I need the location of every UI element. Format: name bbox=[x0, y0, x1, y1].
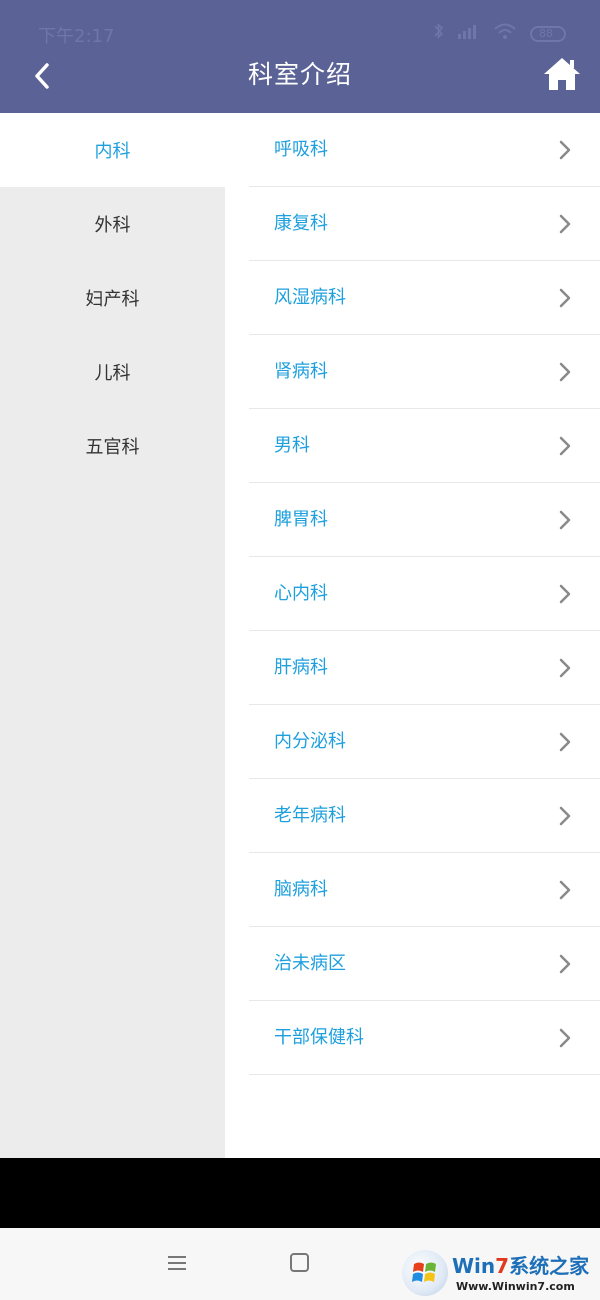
black-spacer bbox=[0, 1158, 600, 1228]
category-label: 内科 bbox=[94, 141, 131, 162]
chevron-right-icon bbox=[559, 214, 571, 234]
department-label: 脑病科 bbox=[274, 879, 328, 900]
home-icon bbox=[544, 58, 580, 90]
watermark-url: Www.Winwin7.com bbox=[456, 1280, 575, 1293]
home-button[interactable] bbox=[542, 56, 582, 94]
category-item-surgery[interactable]: 外科 bbox=[0, 187, 225, 261]
status-time: 下午2:17 bbox=[38, 26, 115, 47]
department-label: 康复科 bbox=[274, 213, 328, 234]
watermark-cn: 系统之家 bbox=[509, 1254, 590, 1278]
department-item[interactable]: 内分泌科 bbox=[249, 705, 600, 779]
wifi-icon bbox=[494, 23, 516, 44]
chevron-right-icon bbox=[559, 1028, 571, 1048]
chevron-right-icon bbox=[559, 732, 571, 752]
department-label: 心内科 bbox=[274, 583, 328, 604]
category-item-obstetrics[interactable]: 妇产科 bbox=[0, 261, 225, 335]
department-item[interactable]: 干部保健科 bbox=[249, 1001, 600, 1075]
category-item-pediatrics[interactable]: 儿科 bbox=[0, 335, 225, 409]
watermark: Win7系统之家 Www.Winwin7.com bbox=[400, 1244, 600, 1300]
chevron-right-icon bbox=[559, 362, 571, 382]
category-item-ent[interactable]: 五官科 bbox=[0, 409, 225, 483]
category-label: 外科 bbox=[94, 215, 131, 236]
department-label: 干部保健科 bbox=[274, 1027, 364, 1048]
bluetooth-icon bbox=[434, 22, 444, 45]
department-item[interactable]: 肝病科 bbox=[249, 631, 600, 705]
category-label: 儿科 bbox=[94, 363, 131, 384]
department-item[interactable]: 康复科 bbox=[249, 187, 600, 261]
watermark-win: Win bbox=[452, 1254, 496, 1278]
department-list: 呼吸科 康复科 风湿病科 肾病科 男科 脾胃科 心内科 肝病科 内分泌科 老年病… bbox=[225, 113, 600, 1158]
battery-level: 88 bbox=[539, 26, 553, 40]
department-label: 老年病科 bbox=[274, 805, 346, 826]
page-title: 科室介绍 bbox=[247, 60, 352, 89]
department-item[interactable]: 脾胃科 bbox=[249, 483, 600, 557]
category-label: 妇产科 bbox=[85, 289, 140, 310]
department-item[interactable]: 老年病科 bbox=[249, 779, 600, 853]
category-sidebar: 内科 外科 妇产科 儿科 五官科 bbox=[0, 113, 225, 1158]
department-item[interactable]: 风湿病科 bbox=[249, 261, 600, 335]
department-label: 风湿病科 bbox=[274, 287, 346, 308]
department-item[interactable]: 男科 bbox=[249, 409, 600, 483]
chevron-right-icon bbox=[559, 436, 571, 456]
signal-icon bbox=[458, 23, 480, 44]
department-item[interactable]: 心内科 bbox=[249, 557, 600, 631]
chevron-right-icon bbox=[559, 954, 571, 974]
home-square-icon[interactable] bbox=[290, 1253, 309, 1272]
status-bar: 下午2:17 88 bbox=[0, 0, 600, 52]
department-item[interactable]: 脑病科 bbox=[249, 853, 600, 927]
department-item[interactable]: 呼吸科 bbox=[249, 113, 600, 187]
app-header: 下午2:17 88 科室介绍 bbox=[0, 0, 600, 113]
department-item[interactable]: 肾病科 bbox=[249, 335, 600, 409]
chevron-right-icon bbox=[559, 510, 571, 530]
department-label: 呼吸科 bbox=[274, 139, 328, 160]
department-item[interactable]: 治未病区 bbox=[249, 927, 600, 1001]
windows-logo-icon bbox=[402, 1250, 448, 1296]
department-label: 治未病区 bbox=[274, 953, 346, 974]
department-label: 肾病科 bbox=[274, 361, 328, 382]
department-label: 内分泌科 bbox=[274, 731, 346, 752]
chevron-right-icon bbox=[559, 140, 571, 160]
battery-icon: 88 bbox=[530, 25, 566, 42]
chevron-right-icon bbox=[559, 288, 571, 308]
chevron-right-icon bbox=[559, 584, 571, 604]
category-item-internal[interactable]: 内科 bbox=[0, 113, 225, 187]
department-label: 肝病科 bbox=[274, 657, 328, 678]
department-label: 脾胃科 bbox=[274, 509, 328, 530]
watermark-title: Win7系统之家 bbox=[452, 1250, 589, 1279]
category-label: 五官科 bbox=[85, 437, 140, 458]
menu-icon[interactable] bbox=[166, 1254, 188, 1272]
chevron-right-icon bbox=[559, 658, 571, 678]
chevron-right-icon bbox=[559, 880, 571, 900]
status-icons: 88 bbox=[434, 22, 566, 45]
chevron-right-icon bbox=[559, 806, 571, 826]
department-label: 男科 bbox=[274, 435, 310, 456]
watermark-seven: 7 bbox=[495, 1254, 510, 1278]
